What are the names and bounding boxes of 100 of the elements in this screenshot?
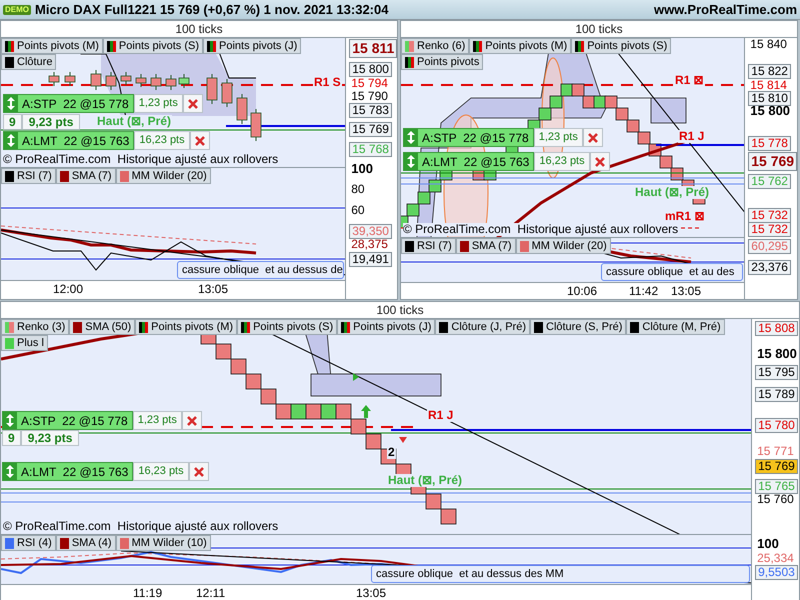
vertical-arrows-icon — [4, 95, 18, 112]
legend-item[interactable]: Renko (3) — [1, 319, 70, 335]
renko-brick — [626, 120, 640, 132]
renko-brick — [660, 156, 672, 168]
legend-item[interactable]: SMA (4) — [56, 535, 116, 551]
renko-brick — [582, 96, 596, 108]
legend-item[interactable]: RSI (7) — [1, 168, 56, 184]
price-label: 15 800 — [349, 62, 392, 77]
renko-brick — [366, 434, 382, 450]
legend-item[interactable]: SMA (7) — [456, 238, 516, 254]
price-label: 60 — [350, 204, 366, 217]
time-label: 12:00 — [53, 282, 84, 296]
chart-annotation: R1 J — [427, 409, 454, 422]
candlestick — [178, 74, 190, 88]
copyright-note: © ProRealTime.com Historique ajusté aux rollovers — [403, 223, 678, 236]
legend-item[interactable]: Points pivots (M) — [1, 38, 103, 54]
price-label: 15 760 — [756, 493, 795, 506]
chart-annotation: 2 — [387, 446, 396, 459]
cancel-order-button[interactable] — [190, 131, 210, 150]
renko-brick — [428, 180, 442, 192]
pivot-swatch-icon — [241, 322, 250, 332]
chart-annotation: R1 S — [313, 76, 342, 89]
vertical-arrows-icon — [404, 129, 418, 146]
price-label: 39,350 — [349, 224, 392, 239]
legend-item[interactable]: Points pivots — [401, 54, 484, 70]
legend-item[interactable]: Clôture (M, Pré) — [626, 319, 725, 335]
legend-item[interactable]: Clôture (J, Pré) — [435, 319, 530, 335]
price-label: 28,375 — [350, 238, 389, 251]
order-tag[interactable]: A:LMT 22 @15 763 — [3, 131, 134, 150]
price-label: 15 808 — [755, 321, 798, 336]
renko-brick — [426, 494, 442, 510]
time-label: 13:05 — [198, 282, 228, 296]
price-label: 19,491 — [349, 252, 392, 267]
legend-item[interactable]: Renko (6) — [401, 38, 470, 54]
renko-brick — [276, 404, 292, 420]
legend-item[interactable]: MM Wilder (10) — [116, 535, 211, 551]
candlestick — [120, 72, 132, 86]
legend-item[interactable]: SMA (7) — [56, 168, 116, 184]
copyright-note: © ProRealTime.com Historique ajusté aux rollovers — [3, 520, 278, 533]
legend-item[interactable]: Plus l — [1, 335, 48, 351]
site-link[interactable]: www.ProRealTime.com — [654, 0, 797, 20]
renko-brick — [550, 96, 562, 108]
cancel-order-button[interactable] — [182, 411, 202, 430]
cancel-order-button[interactable] — [590, 152, 610, 171]
vertical-arrows-icon — [404, 153, 418, 170]
chart-annotation: Haut (⊠, Pré) — [96, 115, 172, 128]
price-label: 15 765 — [755, 479, 798, 494]
order-points: 16,23 pts — [134, 131, 190, 150]
order-points: 1,23 pts — [134, 94, 183, 113]
price-label: 15 800 — [749, 104, 792, 117]
legend-item[interactable]: Points pivots (M) — [135, 319, 238, 335]
pivot-swatch-icon — [139, 322, 148, 332]
demo-badge: DEMO — [3, 4, 31, 14]
order-tag[interactable]: A:STP 22 @15 778 — [2, 411, 133, 430]
cancel-order-button[interactable] — [188, 462, 209, 481]
time-label: 12:11 — [196, 586, 226, 600]
renko-brick — [246, 374, 262, 390]
price-label: 100 — [756, 537, 780, 550]
renko-brick — [350, 418, 366, 434]
trendline-note: cassure oblique et au des — [601, 263, 744, 281]
legend-item[interactable]: SMA (50) — [69, 319, 136, 335]
pivot-swatch-icon — [575, 40, 584, 52]
candlestick — [166, 74, 176, 90]
price-label: 15 769 — [349, 122, 392, 137]
order-points: 16,23 pts — [133, 462, 189, 481]
renko-brick — [440, 508, 456, 524]
renko-brick — [230, 358, 246, 374]
cancel-order-button[interactable] — [182, 94, 203, 113]
order-tag[interactable]: A:LMT 22 @15 763 — [2, 462, 134, 481]
price-label: 25,334 — [756, 552, 795, 565]
order-tag[interactable]: A:STP 22 @15 778 — [3, 94, 134, 113]
vertical-arrows-icon — [3, 412, 17, 429]
candlestick — [106, 72, 116, 90]
close-icon — [186, 416, 197, 426]
renko-brick — [604, 96, 618, 108]
pivot-swatch-icon — [473, 40, 482, 52]
legend-item[interactable]: RSI (4) — [1, 535, 56, 551]
renko-swatch-icon — [5, 322, 14, 332]
legend-item[interactable]: Clôture (S, Pré) — [530, 319, 626, 335]
legend-item[interactable]: Points pivots (S) — [102, 38, 204, 54]
order-tag[interactable]: A:STP 22 @15 778 — [403, 128, 534, 147]
order-tag[interactable]: A:LMT 22 @15 763 — [403, 152, 534, 171]
renko-brick — [616, 108, 628, 120]
legend-item[interactable]: Points pivots (J) — [203, 38, 302, 54]
window-title: Micro DAX Full1221 15 769 (+0,67 %) 1 nov. 2021 13:32:04 — [35, 0, 388, 19]
price-label: 15 783 — [349, 103, 392, 118]
legend-item[interactable]: Points pivots (J) — [337, 319, 436, 335]
renko-brick — [216, 344, 232, 360]
down-triangle-icon — [399, 437, 407, 443]
legend-item[interactable]: Clôture — [1, 54, 56, 70]
legend-item[interactable]: RSI (7) — [401, 238, 456, 254]
legend-item[interactable]: MM Wilder (20) — [116, 168, 211, 184]
renko-brick — [306, 404, 322, 420]
legend-item[interactable]: Points pivots (M) — [469, 38, 572, 54]
legend-item[interactable]: Points pivots (S) — [237, 319, 338, 335]
legend-item[interactable]: MM Wilder (20) — [516, 238, 611, 254]
cancel-order-button[interactable] — [582, 128, 603, 147]
price-label: 15 769 — [755, 459, 798, 474]
legend-item[interactable]: Points pivots (S) — [571, 38, 672, 54]
vertical-arrows-icon — [4, 132, 18, 149]
